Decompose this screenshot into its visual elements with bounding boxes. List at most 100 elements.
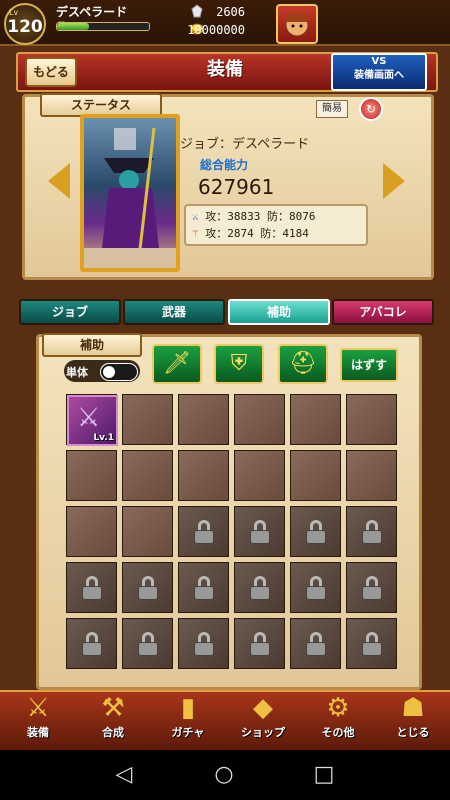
support-slot-empty[interactable] xyxy=(122,394,173,445)
tab-avatar-collection[interactable]: アバコレ xyxy=(332,299,434,325)
support-slot-empty[interactable] xyxy=(122,506,173,557)
refresh-icon[interactable]: ↻ xyxy=(359,97,383,121)
lock-icon xyxy=(138,576,158,600)
support-slot-locked xyxy=(290,562,341,613)
menu-shop[interactable]: ◆ ショップ xyxy=(228,692,298,748)
crossed-swords-icon: ⚔ xyxy=(77,403,101,433)
mascot-icon: ☗ xyxy=(401,693,425,723)
simple-view-button[interactable]: 簡易 xyxy=(316,100,348,118)
level-tag: Lv xyxy=(9,8,19,17)
player-name: デスペラード xyxy=(56,5,128,19)
menu-fuse[interactable]: ⚒ 合成 xyxy=(78,692,148,748)
support-slot-empty[interactable] xyxy=(178,450,229,501)
card-level: Lv.1 xyxy=(93,433,114,443)
menu-close-label: とじる xyxy=(396,726,430,739)
staff-icon: ⚚ xyxy=(192,227,199,240)
support-slot-locked xyxy=(290,506,341,557)
lock-icon xyxy=(138,632,158,656)
unequip-button[interactable]: はずす xyxy=(340,348,398,382)
support-slot-empty[interactable] xyxy=(346,450,397,501)
home-circle-icon[interactable]: ○ xyxy=(204,760,244,790)
support-slot-empty[interactable] xyxy=(178,394,229,445)
hammer-icon: ⚒ xyxy=(101,693,125,723)
support-slot-locked xyxy=(346,618,397,669)
total-power-label: 総合能力 xyxy=(200,158,249,172)
ep-label: EP xyxy=(58,21,66,28)
level-value: 120 xyxy=(7,17,43,37)
character-art-icon xyxy=(84,127,176,268)
menu-button[interactable] xyxy=(276,4,318,44)
support-slot-empty[interactable] xyxy=(234,450,285,501)
ep-bar xyxy=(56,22,150,31)
support-slot-locked xyxy=(346,562,397,613)
helmet-icon: ⛑ xyxy=(289,351,317,376)
magic-stats: ⚚ 攻：2874 防：4184 xyxy=(192,225,309,241)
support-slot-locked xyxy=(290,618,341,669)
menu-other-label: その他 xyxy=(321,726,355,739)
crystal-icon: ◆ xyxy=(253,693,273,723)
support-slot-empty[interactable] xyxy=(290,394,341,445)
menu-fuse-label: 合成 xyxy=(102,726,124,739)
filter-weapon-button[interactable]: 🗡 xyxy=(152,344,202,384)
prev-arrow-icon[interactable] xyxy=(48,163,70,199)
support-slot-empty[interactable] xyxy=(66,450,117,501)
support-card[interactable]: ⚔ Lv.1 xyxy=(67,395,118,446)
vs-equipment-label: 装備画面へ xyxy=(354,70,404,81)
recent-square-icon[interactable]: □ xyxy=(304,760,344,790)
lock-icon xyxy=(306,520,326,544)
support-tag: 補助 xyxy=(42,333,142,357)
lock-icon xyxy=(194,632,214,656)
support-slot-locked xyxy=(234,618,285,669)
support-slot-locked xyxy=(234,506,285,557)
next-arrow-icon[interactable] xyxy=(383,163,405,199)
back-button[interactable]: もどる xyxy=(25,57,77,87)
lock-icon xyxy=(306,632,326,656)
lock-icon xyxy=(362,520,382,544)
job-line: ジョブ：デスペラード xyxy=(180,137,310,152)
menu-gacha[interactable]: ▮ ガチャ xyxy=(153,692,223,748)
support-slot-locked xyxy=(66,618,117,669)
tab-support[interactable]: 補助 xyxy=(228,299,330,325)
card-icon: ▮ xyxy=(180,693,196,723)
lock-icon xyxy=(194,520,214,544)
physical-stats: ⚔ 攻：38833 防：8076 xyxy=(192,208,315,224)
tab-weapon[interactable]: 武器 xyxy=(123,299,225,325)
support-slot-empty[interactable] xyxy=(66,506,117,557)
support-slot-empty[interactable] xyxy=(290,450,341,501)
support-slot-empty[interactable] xyxy=(122,450,173,501)
filter-armor-button[interactable]: ⛨ xyxy=(214,344,264,384)
vs-equipment-button[interactable]: VS 装備画面へ xyxy=(331,53,427,91)
single-label: 単体 xyxy=(66,366,88,379)
filter-helmet-button[interactable]: ⛑ xyxy=(278,344,328,384)
vs-label: VS xyxy=(371,56,387,67)
menu-gacha-label: ガチャ xyxy=(171,726,205,739)
support-slot-empty[interactable] xyxy=(234,394,285,445)
total-power-value: 627961 xyxy=(198,175,275,199)
support-slot-equipped[interactable]: ⚔ Lv.1 xyxy=(66,394,118,446)
character-face-icon xyxy=(285,13,309,37)
lock-icon xyxy=(362,576,382,600)
support-slot-locked xyxy=(346,506,397,557)
menu-other[interactable]: ⚙ その他 xyxy=(303,692,373,748)
gear-icon: ⚙ xyxy=(326,693,350,723)
lock-icon xyxy=(194,576,214,600)
support-slot-locked xyxy=(234,562,285,613)
support-slot-locked xyxy=(122,618,173,669)
support-slot-empty[interactable] xyxy=(346,394,397,445)
lock-icon xyxy=(82,632,102,656)
menu-equip-label: 装備 xyxy=(27,726,49,739)
menu-close[interactable]: ☗ とじる xyxy=(378,692,448,748)
support-slot-locked xyxy=(178,562,229,613)
support-slot-grid: ⚔ Lv.1 xyxy=(66,394,397,670)
menu-equip[interactable]: ⚔ 装備 xyxy=(3,692,73,748)
gem-icon xyxy=(191,4,203,18)
back-triangle-icon[interactable]: ◁ xyxy=(104,760,144,790)
gem-count: 2606 xyxy=(216,5,245,19)
lock-icon xyxy=(82,576,102,600)
level-badge: Lv 120 xyxy=(4,3,46,45)
support-slot-locked xyxy=(178,506,229,557)
tab-job[interactable]: ジョブ xyxy=(19,299,121,325)
single-toggle[interactable] xyxy=(100,363,138,381)
lock-icon xyxy=(250,520,270,544)
lock-icon xyxy=(362,632,382,656)
